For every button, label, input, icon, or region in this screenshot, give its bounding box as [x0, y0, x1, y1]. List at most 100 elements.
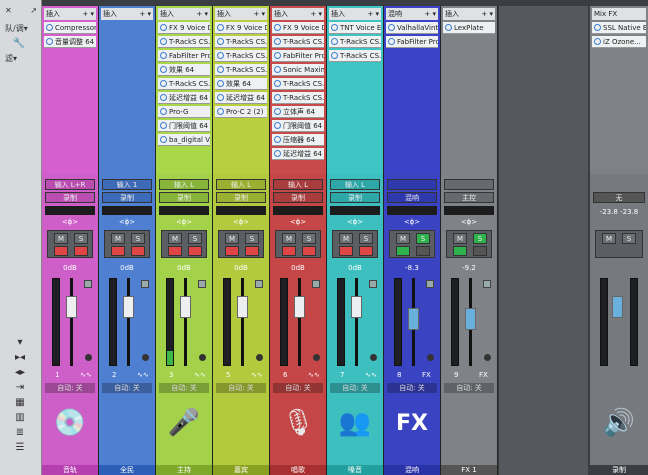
automation-selector[interactable]: 自动: 关 — [45, 383, 95, 393]
power-icon[interactable] — [274, 80, 281, 87]
power-icon[interactable] — [594, 24, 601, 31]
output-dot[interactable] — [427, 354, 434, 361]
power-icon[interactable] — [274, 66, 281, 73]
power-icon[interactable] — [160, 52, 167, 59]
power-icon[interactable] — [274, 108, 281, 115]
solo-button[interactable]: S — [74, 233, 88, 244]
channel-name[interactable]: FX 1 — [441, 465, 497, 475]
record-button[interactable] — [453, 246, 467, 256]
insert-slot[interactable]: T-RackS CS... — [158, 78, 210, 90]
add-insert-icon[interactable]: + ▾ — [481, 10, 493, 18]
pan-knob[interactable] — [141, 280, 149, 288]
mute-button[interactable]: M — [339, 233, 353, 244]
automation-selector[interactable]: 自动: 关 — [273, 383, 323, 393]
power-icon[interactable] — [160, 80, 167, 87]
insert-slot[interactable]: 门限阈值 64 — [272, 120, 324, 132]
volume-fader[interactable] — [465, 308, 476, 330]
send-bar[interactable] — [330, 206, 380, 215]
power-icon[interactable] — [46, 38, 53, 45]
monitor-button[interactable] — [302, 246, 316, 256]
power-icon[interactable] — [160, 24, 167, 31]
input-selector[interactable]: 输入 1 — [102, 179, 152, 190]
master-fader[interactable] — [612, 296, 623, 318]
channel-name[interactable]: 嗓音 — [327, 465, 383, 475]
insert-header[interactable]: 插入 + ▾ — [101, 8, 153, 20]
solo-button[interactable]: S — [359, 233, 373, 244]
mode-selector[interactable]: 录制 — [273, 192, 323, 203]
insert-slot[interactable]: FX 9 Voice D... — [158, 22, 210, 34]
power-icon[interactable] — [217, 52, 224, 59]
expand-icon[interactable]: ◂▸ — [10, 367, 30, 382]
input-selector[interactable]: 输入 L — [159, 179, 209, 190]
insert-slot[interactable]: FabFilter Pro... — [386, 36, 438, 48]
insert-header[interactable]: 插入 + ▾ — [443, 8, 495, 20]
channel-name[interactable]: 嘉宾 — [213, 465, 269, 475]
insert-slot[interactable]: 门限阈值 64 — [158, 120, 210, 132]
pan-knob[interactable] — [483, 280, 491, 288]
phase-icon[interactable]: <ɸ> — [176, 218, 192, 226]
insert-slot[interactable]: Compressor — [44, 22, 96, 34]
add-insert-icon[interactable]: + ▾ — [139, 10, 151, 18]
output-dot[interactable] — [484, 354, 491, 361]
insert-slot[interactable]: 压缩器 64 — [272, 134, 324, 146]
volume-fader[interactable] — [66, 296, 77, 318]
collapse-up-icon[interactable]: ▾ — [10, 337, 30, 352]
mute-button[interactable]: M — [282, 233, 296, 244]
power-icon[interactable] — [217, 24, 224, 31]
insert-slot[interactable]: ba_digital V3... — [158, 134, 210, 146]
record-button[interactable] — [111, 246, 125, 256]
channel-name[interactable]: 音轨 — [42, 465, 98, 475]
mode-selector[interactable]: 混响 — [387, 192, 437, 203]
power-icon[interactable] — [274, 38, 281, 45]
power-icon[interactable] — [331, 38, 338, 45]
mute-button[interactable]: M — [396, 233, 410, 244]
power-icon[interactable] — [217, 66, 224, 73]
pan-knob[interactable] — [84, 280, 92, 288]
power-icon[interactable] — [160, 108, 167, 115]
phase-icon[interactable]: <ɸ> — [233, 218, 249, 226]
automation-selector[interactable]: 自动: 关 — [216, 383, 266, 393]
insert-slot[interactable]: FabFilter Pro... — [158, 50, 210, 62]
mode-selector[interactable]: 录制 — [330, 192, 380, 203]
insert-slot[interactable]: 音量调整 64 — [44, 36, 96, 48]
menu-icon[interactable]: ☰ — [10, 442, 30, 457]
volume-fader[interactable] — [351, 296, 362, 318]
automation-selector[interactable]: 自动: 关 — [159, 383, 209, 393]
mute-button[interactable]: M — [602, 233, 616, 244]
insert-slot[interactable]: T-RackS CS... — [215, 50, 267, 62]
insert-slot[interactable]: LexPlate — [443, 22, 495, 34]
automation-selector[interactable]: 自动: 关 — [444, 383, 494, 393]
send-bar[interactable] — [216, 206, 266, 215]
input-selector[interactable]: 输入 L+R — [45, 179, 95, 190]
channel-name[interactable]: 主持 — [156, 465, 212, 475]
mode-selector[interactable]: 录制 — [102, 192, 152, 203]
width-icon[interactable]: ⇥ — [10, 382, 30, 397]
mode-selector[interactable]: 主控 — [444, 192, 494, 203]
solo-button[interactable]: S — [416, 233, 430, 244]
monitor-button[interactable] — [74, 246, 88, 256]
insert-slot[interactable]: T-RackS CS... — [215, 64, 267, 76]
pan-knob[interactable] — [369, 280, 377, 288]
power-icon[interactable] — [217, 108, 224, 115]
pan-knob[interactable] — [312, 280, 320, 288]
solo-button[interactable]: S — [131, 233, 145, 244]
wrench-icon[interactable]: 🔧 — [10, 38, 28, 50]
pan-knob[interactable] — [426, 280, 434, 288]
solo-button[interactable]: S — [473, 233, 487, 244]
send-bar[interactable] — [444, 206, 494, 215]
output-dot[interactable] — [313, 354, 320, 361]
insert-slot[interactable]: 效果 64 — [158, 64, 210, 76]
send-bar[interactable] — [159, 206, 209, 215]
insert-slot[interactable]: FX 9 Voice D... — [272, 22, 324, 34]
insert-slot[interactable]: 效果 64 — [215, 78, 267, 90]
insert-header[interactable]: 插入 + ▾ — [329, 8, 381, 20]
phase-icon[interactable]: <ɸ> — [119, 218, 135, 226]
power-icon[interactable] — [46, 24, 53, 31]
send-bar[interactable] — [387, 206, 437, 215]
insert-slot[interactable]: 延迟增益 64 — [158, 92, 210, 104]
record-button[interactable] — [168, 246, 182, 256]
close-icon[interactable]: ✕ — [5, 6, 12, 15]
add-insert-icon[interactable]: + ▾ — [310, 10, 322, 18]
power-icon[interactable] — [274, 136, 281, 143]
insert-slot[interactable]: 延迟增益 64 — [272, 148, 324, 160]
